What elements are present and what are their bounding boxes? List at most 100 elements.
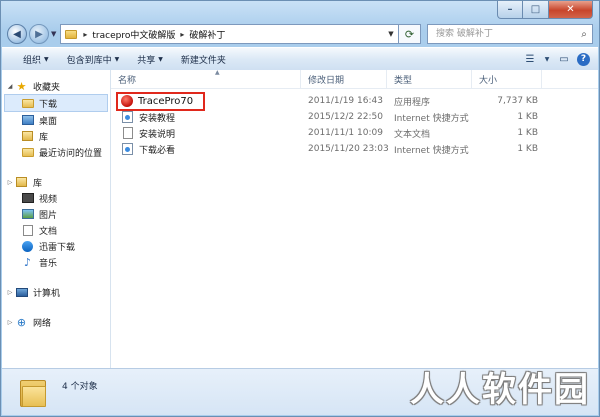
desktop-icon bbox=[21, 115, 34, 125]
refresh-button[interactable]: ⟳ bbox=[399, 24, 421, 44]
include-library-button[interactable]: 包含到库中 ▼ bbox=[58, 53, 129, 66]
new-folder-label: 新建文件夹 bbox=[180, 55, 226, 66]
tracepro-app-icon bbox=[120, 95, 133, 107]
file-date: 2015/11/20 23:03 bbox=[308, 144, 389, 154]
breadcrumb-crack-patch[interactable]: 破解补丁 bbox=[186, 28, 228, 41]
file-row-install-notes[interactable]: 安装说明 2011/11/1 10:09 文本文档 1 KB bbox=[111, 125, 598, 141]
nav-item-pictures[interactable]: 图片 bbox=[2, 206, 110, 222]
object-count: 4 个对象 bbox=[62, 381, 98, 392]
file-date: 2011/1/19 16:43 bbox=[308, 96, 383, 106]
help-icon[interactable]: ? bbox=[577, 52, 590, 66]
nav-item-label: 下载 bbox=[39, 99, 58, 110]
music-note-icon: ♪ bbox=[23, 255, 32, 269]
nav-libraries-label: 库 bbox=[33, 178, 43, 189]
file-list: ▲ 名称 修改日期 类型 大小 TracePro70 2011/1/19 16:… bbox=[111, 69, 598, 369]
nav-item-music[interactable]: ♪ 音乐 bbox=[2, 254, 110, 270]
share-button[interactable]: 共享 ▼ bbox=[128, 53, 172, 66]
search-input[interactable] bbox=[434, 28, 576, 40]
nav-item-label: 音乐 bbox=[39, 258, 58, 269]
nav-item-documents[interactable]: 文档 bbox=[2, 222, 110, 238]
file-size: 1 KB bbox=[517, 128, 538, 138]
network-icon: ⊕ bbox=[16, 315, 27, 329]
nav-computer-label: 计算机 bbox=[33, 288, 61, 299]
downloads-folder-icon bbox=[21, 98, 34, 108]
library-icon bbox=[22, 131, 33, 141]
picture-icon bbox=[21, 209, 34, 219]
close-button[interactable]: ✕ bbox=[549, 1, 593, 19]
file-row-must-read[interactable]: 下载必看 2015/11/20 23:03 Internet 快捷方式 1 KB bbox=[111, 141, 598, 157]
nav-favorites[interactable]: ◢ ★ 收藏夹 bbox=[2, 78, 110, 94]
nav-item-label: 最近访问的位置 bbox=[39, 148, 103, 159]
nav-item-downloads[interactable]: 下载 bbox=[4, 94, 108, 112]
network-group: ▷ ⊕ 网络 bbox=[2, 314, 110, 330]
address-bar[interactable]: ▸ tracepro中文破解版 ▸ 破解补丁 ▼ bbox=[60, 24, 399, 44]
toolbar-right: ☰ ▼ ▭ ? bbox=[523, 52, 598, 66]
column-headers: 名称 修改日期 类型 大小 bbox=[111, 70, 598, 89]
file-size: 1 KB bbox=[517, 112, 538, 122]
folder-icon bbox=[65, 29, 78, 39]
text-document-icon bbox=[122, 127, 133, 139]
video-icon bbox=[21, 193, 34, 203]
nav-item-thunder-downloads[interactable]: 迅雷下载 bbox=[2, 238, 110, 254]
back-button[interactable]: ◀ bbox=[7, 24, 27, 44]
view-dropdown-icon[interactable]: ▼ bbox=[543, 53, 551, 65]
column-header-type[interactable]: 类型 bbox=[387, 70, 472, 88]
nav-item-desktop[interactable]: 桌面 bbox=[2, 112, 110, 128]
url-shortcut-icon bbox=[122, 143, 133, 155]
nav-item-recent-places[interactable]: 最近访问的位置 bbox=[2, 144, 110, 160]
explorer-window: – □ ✕ ◀ ▶ ▼ ▸ tracepro中文破解版 ▸ 破解补丁 ▼ ⟳ ⌕… bbox=[0, 0, 600, 417]
libraries-group: ▷ 库 视频 图片 文档 迅雷下载 ♪ 音乐 bbox=[2, 174, 110, 270]
view-options-icon[interactable]: ☰ bbox=[523, 53, 537, 65]
expand-arrow-icon[interactable]: ▷ bbox=[5, 319, 15, 326]
watermark-text: 人人软件园 bbox=[410, 370, 590, 410]
breadcrumb-tracepro[interactable]: tracepro中文破解版 bbox=[89, 28, 178, 41]
organize-button[interactable]: 组织 ▼ bbox=[14, 53, 58, 66]
large-folder-icon bbox=[20, 377, 46, 407]
nav-libraries[interactable]: ▷ 库 bbox=[2, 174, 110, 190]
file-row-install-tutorial[interactable]: 安装教程 2015/12/2 22:50 Internet 快捷方式 1 KB bbox=[111, 109, 598, 125]
file-name: 安装说明 bbox=[139, 129, 176, 140]
document-icon bbox=[22, 224, 33, 236]
refresh-icon: ⟳ bbox=[404, 27, 415, 41]
organize-label: 组织 bbox=[23, 55, 42, 66]
star-icon: ★ bbox=[16, 79, 27, 93]
chevron-down-icon: ▼ bbox=[114, 55, 120, 63]
recent-pages-dropdown[interactable]: ▼ bbox=[51, 30, 56, 38]
nav-computer[interactable]: ▷ 计算机 bbox=[2, 284, 110, 300]
breadcrumb-separator[interactable]: ▸ bbox=[178, 30, 186, 39]
share-label: 共享 bbox=[137, 55, 156, 66]
favorites-group: ◢ ★ 收藏夹 下载 桌面 库 最近访问的位置 bbox=[2, 78, 110, 160]
details-pane: 4 个对象 人人软件园 bbox=[2, 368, 598, 415]
watermark: 人人软件园 bbox=[410, 362, 590, 411]
column-header-size[interactable]: 大小 bbox=[472, 70, 542, 88]
nav-item-label: 图片 bbox=[39, 210, 58, 221]
search-icon[interactable]: ⌕ bbox=[576, 29, 592, 40]
thunder-icon bbox=[22, 240, 33, 252]
file-size: 1 KB bbox=[517, 144, 538, 154]
expand-arrow-icon[interactable]: ▷ bbox=[5, 179, 15, 186]
address-dropdown-icon[interactable]: ▼ bbox=[384, 30, 398, 38]
column-header-date[interactable]: 修改日期 bbox=[301, 70, 387, 88]
minimize-button[interactable]: – bbox=[497, 1, 523, 19]
maximize-button[interactable]: □ bbox=[523, 1, 549, 19]
expand-arrow-icon[interactable]: ▷ bbox=[5, 289, 15, 296]
file-date: 2015/12/2 22:50 bbox=[308, 112, 383, 122]
file-type: 文本文档 bbox=[394, 129, 431, 140]
new-folder-button[interactable]: 新建文件夹 bbox=[172, 53, 235, 66]
nav-item-videos[interactable]: 视频 bbox=[2, 190, 110, 206]
nav-item-library[interactable]: 库 bbox=[2, 128, 110, 144]
chevron-down-icon: ▼ bbox=[158, 55, 163, 63]
expand-arrow-icon[interactable]: ◢ bbox=[5, 83, 15, 90]
nav-item-label: 库 bbox=[39, 132, 49, 143]
file-size: 7,737 KB bbox=[497, 96, 538, 106]
command-toolbar: 组织 ▼ 包含到库中 ▼ 共享 ▼ 新建文件夹 ☰ ▼ ▭ ? bbox=[2, 47, 598, 71]
nav-network[interactable]: ▷ ⊕ 网络 bbox=[2, 314, 110, 330]
column-header-name[interactable]: 名称 bbox=[111, 70, 301, 88]
forward-button[interactable]: ▶ bbox=[29, 24, 49, 44]
breadcrumb-separator[interactable]: ▸ bbox=[81, 30, 89, 39]
preview-pane-icon[interactable]: ▭ bbox=[557, 53, 571, 65]
main-content: ◢ ★ 收藏夹 下载 桌面 库 最近访问的位置 ▷ 库 视频 图片 文档 迅雷下载 ♪… bbox=[2, 69, 598, 369]
file-name: TracePro70 bbox=[138, 95, 194, 107]
file-type: Internet 快捷方式 bbox=[394, 145, 469, 156]
file-row-tracepro70[interactable]: TracePro70 2011/1/19 16:43 应用程序 7,737 KB bbox=[111, 91, 598, 111]
